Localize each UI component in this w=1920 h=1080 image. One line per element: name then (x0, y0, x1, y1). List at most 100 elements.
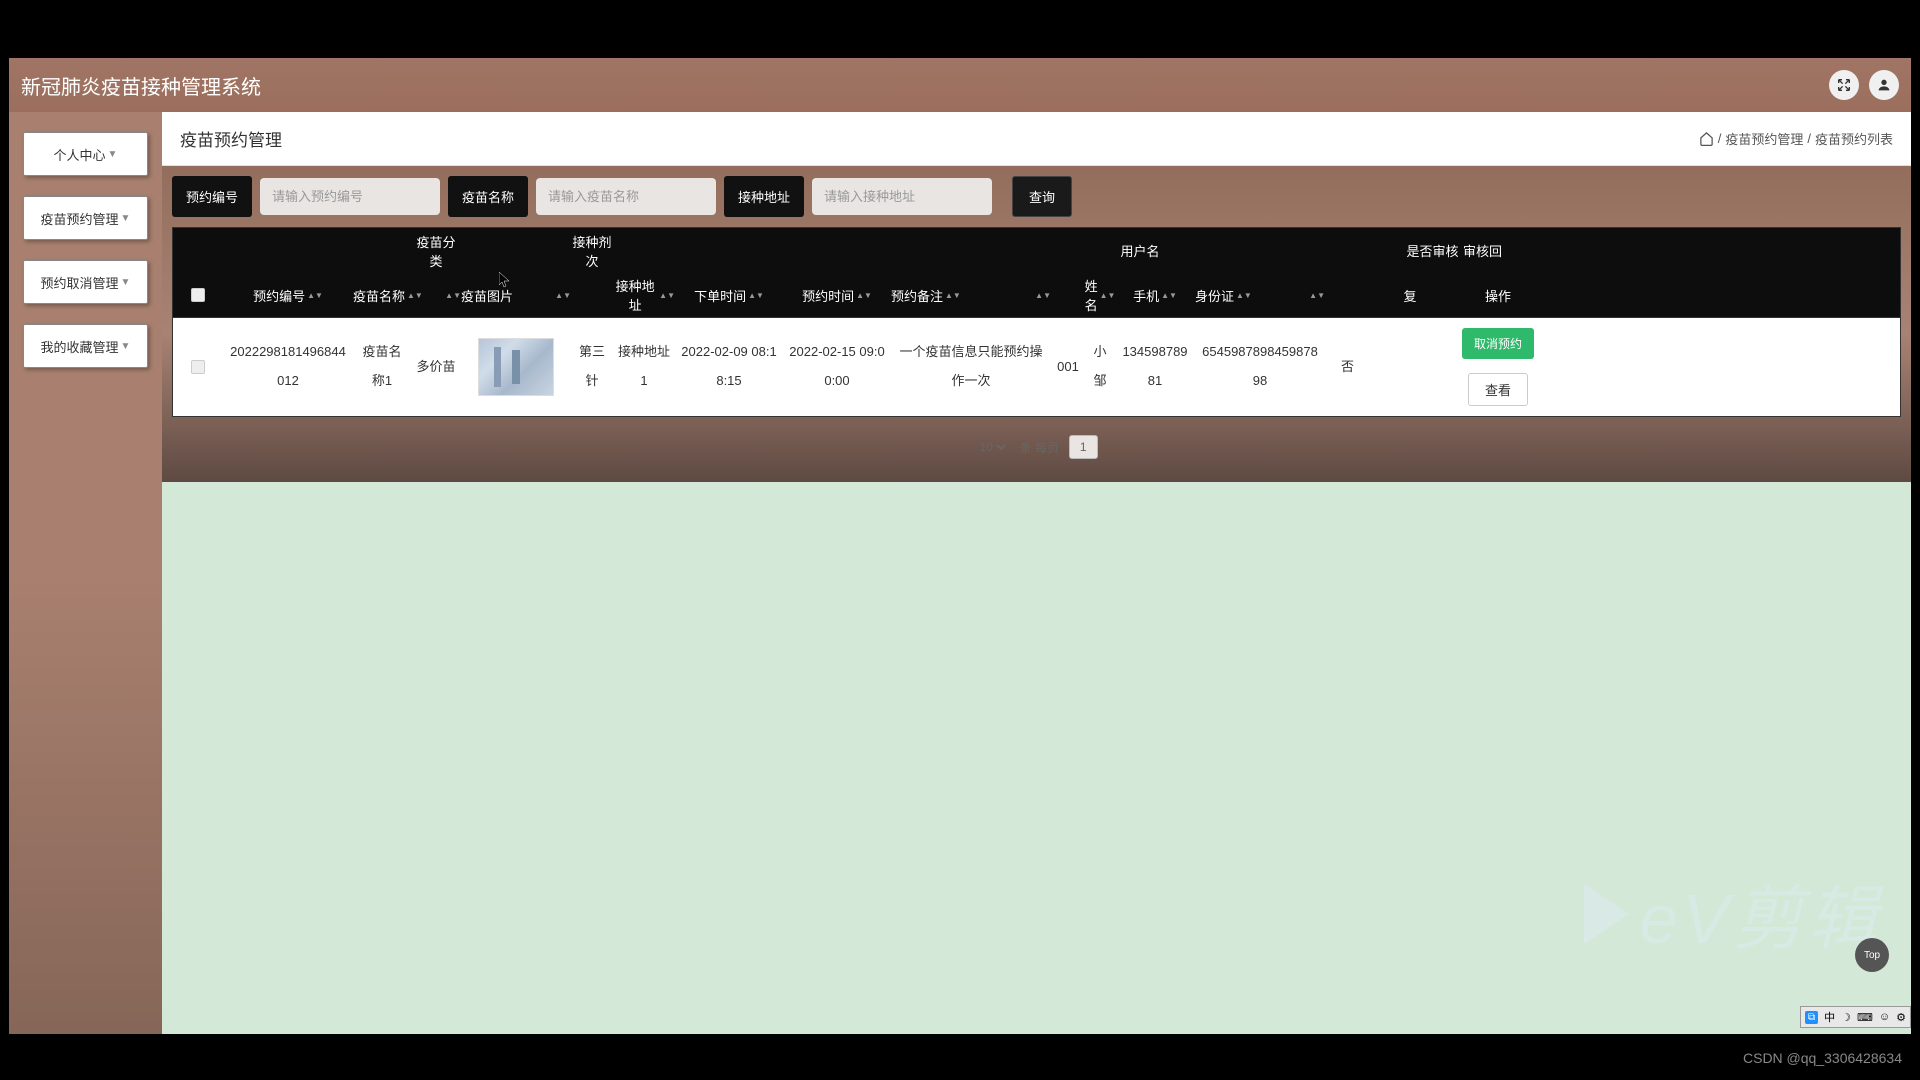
sort-icon: ▲▼ (945, 293, 961, 298)
cell-name: 疫苗名称1 (353, 334, 411, 399)
table-header-row-1: 疫苗分类 接种剂次 用户名 是否审核 审核回 (173, 228, 1900, 273)
sidebar-item-cancel[interactable]: 预约取消管理▼ (23, 260, 148, 304)
th-isaudit: 是否审核 (1405, 241, 1460, 260)
ime-face-icon: ☺ (1879, 1011, 1890, 1023)
sidebar-item-appointment[interactable]: 疫苗预约管理▼ (23, 196, 148, 240)
user-icon[interactable] (1869, 70, 1899, 100)
th-name[interactable]: 疫苗名称▲▼▲▼ (353, 286, 461, 305)
page-title: 疫苗预约管理 (180, 126, 282, 151)
sort-icon: ▲▼ (1100, 293, 1116, 298)
ime-keyboard-icon: ⌨ (1857, 1011, 1873, 1024)
cell-idcard: 654598789845987898 (1195, 334, 1325, 399)
home-icon[interactable] (1699, 131, 1714, 146)
page-number[interactable]: 1 (1069, 435, 1098, 459)
sort-icon: ▲▼ (1035, 293, 1051, 298)
cell-audit: 否 (1325, 349, 1370, 386)
th-category: 疫苗分类 (411, 232, 461, 270)
cell-category: 多价苗 (411, 349, 461, 386)
data-table: 疫苗分类 接种剂次 用户名 是否审核 审核回 (172, 227, 1901, 417)
cursor-icon (499, 272, 511, 288)
sidebar-item-label: 疫苗预约管理 (41, 209, 119, 228)
th-dose: 接种剂次 (571, 232, 613, 270)
pagination-label: 条 每页 (1019, 439, 1058, 456)
watermark: eV剪辑 (1584, 863, 1881, 964)
filter-label-addr: 接种地址 (724, 176, 804, 217)
breadcrumb-bar: 疫苗预约管理 / 疫苗预约管理 / 疫苗预约列表 (162, 112, 1911, 166)
th-ordertime[interactable]: 下单时间▲▼ (675, 286, 783, 305)
row-checkbox[interactable] (191, 360, 205, 374)
cell-usernum: 001 (1051, 349, 1085, 386)
sort-icon: ▲▼ (1236, 293, 1252, 298)
th-idcard[interactable]: 身份证▲▼▲▼ (1195, 286, 1325, 305)
sort-icon: ▲▼ (307, 293, 323, 298)
filter-label-name: 疫苗名称 (448, 176, 528, 217)
ime-gear-icon: ⚙ (1896, 1011, 1906, 1024)
sort-icon: ▲▼ (748, 293, 764, 298)
csdn-watermark: CSDN @qq_3306428634 (1743, 1050, 1902, 1066)
ime-toolbar[interactable]: ⧉ 中 ☽ ⌨ ☺ ⚙ (1800, 1006, 1911, 1028)
sort-icon: ▲▼ (1161, 293, 1177, 298)
chevron-down-icon: ▼ (108, 149, 118, 160)
cell-addr: 接种地址1 (613, 334, 675, 399)
header-actions (1829, 70, 1899, 100)
filter-bar: 预约编号 疫苗名称 接种地址 查询 (172, 176, 1901, 217)
filter-label-id: 预约编号 (172, 176, 252, 217)
scroll-top-button[interactable]: Top (1855, 938, 1889, 972)
filter-input-name[interactable] (536, 178, 716, 215)
th-reply2: 复 (1370, 286, 1450, 305)
app-header: 新冠肺炎疫苗接种管理系统 (9, 58, 1911, 112)
th-img[interactable]: 疫苗图片▲▼ (461, 286, 571, 305)
filter-input-addr[interactable] (812, 178, 992, 215)
chevron-down-icon: ▼ (121, 213, 131, 224)
cell-id: 2022298181496844012 (223, 334, 353, 399)
th-action: 操作 (1450, 286, 1546, 305)
filter-input-id[interactable] (260, 178, 440, 215)
breadcrumb-current: 疫苗预约列表 (1815, 129, 1893, 148)
query-button[interactable]: 查询 (1012, 176, 1072, 217)
fullscreen-icon[interactable] (1829, 70, 1859, 100)
th-uname[interactable]: 姓名▲▼ (1085, 276, 1115, 314)
ime-lang: 中 (1824, 1009, 1835, 1025)
chevron-down-icon: ▼ (121, 277, 131, 288)
main-content: 疫苗预约管理 / 疫苗预约管理 / 疫苗预约列表 预约编号 疫苗名称 接种地址 (162, 112, 1911, 1034)
th-addr[interactable]: 接种地址▲▼ (613, 276, 675, 314)
sort-icon: ▲▼ (445, 293, 461, 298)
breadcrumb-link[interactable]: 疫苗预约管理 (1725, 129, 1803, 148)
ime-moon-icon: ☽ (1841, 1011, 1851, 1024)
th-reply: 审核回 (1460, 241, 1505, 260)
sort-icon: ▲▼ (407, 293, 423, 298)
sort-icon: ▲▼ (555, 293, 571, 298)
table-row: 2022298181496844012 疫苗名称1 多价苗 第三针 接种地址1 … (173, 318, 1900, 416)
sidebar-item-label: 个人中心 (54, 145, 106, 164)
app-title: 新冠肺炎疫苗接种管理系统 (21, 71, 261, 100)
th-id[interactable]: 预约编号▲▼ (223, 286, 353, 305)
cell-uname: 小邹 (1085, 334, 1115, 399)
th-appttime[interactable]: 预约时间▲▼ (783, 286, 891, 305)
cell-ordertime: 2022-02-09 08:18:15 (675, 334, 783, 399)
play-icon (1584, 884, 1629, 944)
cell-phone: 13459878981 (1115, 334, 1195, 399)
sidebar-item-label: 预约取消管理 (41, 273, 119, 292)
sidebar-item-profile[interactable]: 个人中心▼ (23, 132, 148, 176)
sidebar: 个人中心▼ 疫苗预约管理▼ 预约取消管理▼ 我的收藏管理▼ (9, 112, 162, 1034)
breadcrumb: / 疫苗预约管理 / 疫苗预约列表 (1699, 129, 1893, 148)
ime-icon: ⧉ (1805, 1011, 1818, 1024)
sort-icon: ▲▼ (856, 293, 872, 298)
sort-icon: ▲▼ (659, 293, 675, 298)
chevron-down-icon: ▼ (121, 341, 131, 352)
page-size-select[interactable]: 10 (975, 439, 1009, 455)
th-note[interactable]: 预约备注▲▼▲▼ (891, 286, 1051, 305)
view-button[interactable]: 查看 (1468, 373, 1528, 406)
cell-appttime: 2022-02-15 09:00:00 (783, 334, 891, 399)
pagination: 10 条 每页 1 (172, 417, 1901, 471)
sidebar-item-favorites[interactable]: 我的收藏管理▼ (23, 324, 148, 368)
table-header-row-2: 预约编号▲▼ 疫苗名称▲▼▲▼ 疫苗图片▲▼ 接种地址▲▼ 下单时间▲▼ 预约时… (173, 273, 1900, 318)
select-all-checkbox[interactable] (191, 288, 205, 302)
th-username: 用户名 (1085, 241, 1195, 260)
cancel-appointment-button[interactable]: 取消预约 (1462, 328, 1534, 359)
cell-note: 一个疫苗信息只能预约操作一次 (891, 334, 1051, 399)
sort-icon: ▲▼ (1309, 293, 1325, 298)
cell-dose: 第三针 (571, 334, 613, 399)
sidebar-item-label: 我的收藏管理 (41, 337, 119, 356)
th-phone[interactable]: 手机▲▼ (1115, 286, 1195, 305)
